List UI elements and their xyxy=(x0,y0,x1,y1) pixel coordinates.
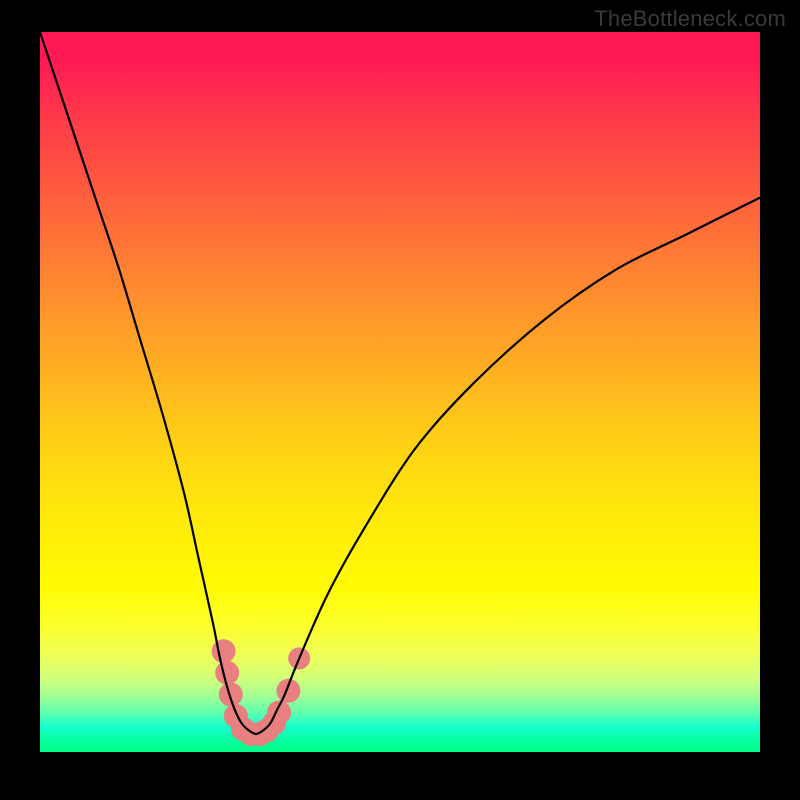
chart-svg xyxy=(40,32,760,752)
data-marker xyxy=(215,661,239,685)
plot-area xyxy=(40,32,760,752)
bottleneck-curve xyxy=(40,32,760,734)
data-marker xyxy=(212,639,236,663)
watermark-label: TheBottleneck.com xyxy=(594,6,786,32)
data-marker xyxy=(219,682,243,706)
data-markers xyxy=(212,639,311,746)
